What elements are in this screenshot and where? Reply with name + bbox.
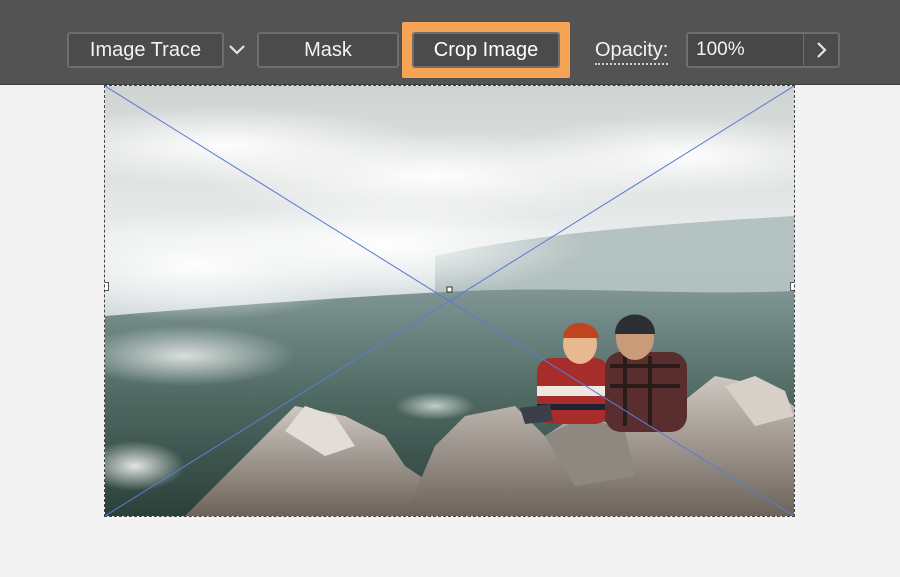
opacity-input[interactable]: 100%: [686, 32, 804, 68]
opacity-label[interactable]: Opacity:: [595, 37, 669, 65]
control-toolbar: Image Trace Mask Crop Image Opacity: 100…: [0, 0, 900, 85]
crop-image-button[interactable]: Crop Image: [412, 32, 560, 68]
resize-handle-left[interactable]: [105, 282, 109, 291]
mask-button[interactable]: Mask: [257, 32, 399, 68]
chevron-down-icon: [229, 45, 245, 55]
opacity-dropdown-button[interactable]: [804, 32, 840, 68]
selection-cross-lines: [105, 86, 794, 516]
placed-image[interactable]: [104, 85, 795, 517]
image-trace-dropdown[interactable]: [226, 38, 248, 60]
resize-handle-right[interactable]: [790, 282, 794, 291]
image-trace-button[interactable]: Image Trace: [67, 32, 224, 68]
chevron-right-icon: [817, 42, 827, 58]
